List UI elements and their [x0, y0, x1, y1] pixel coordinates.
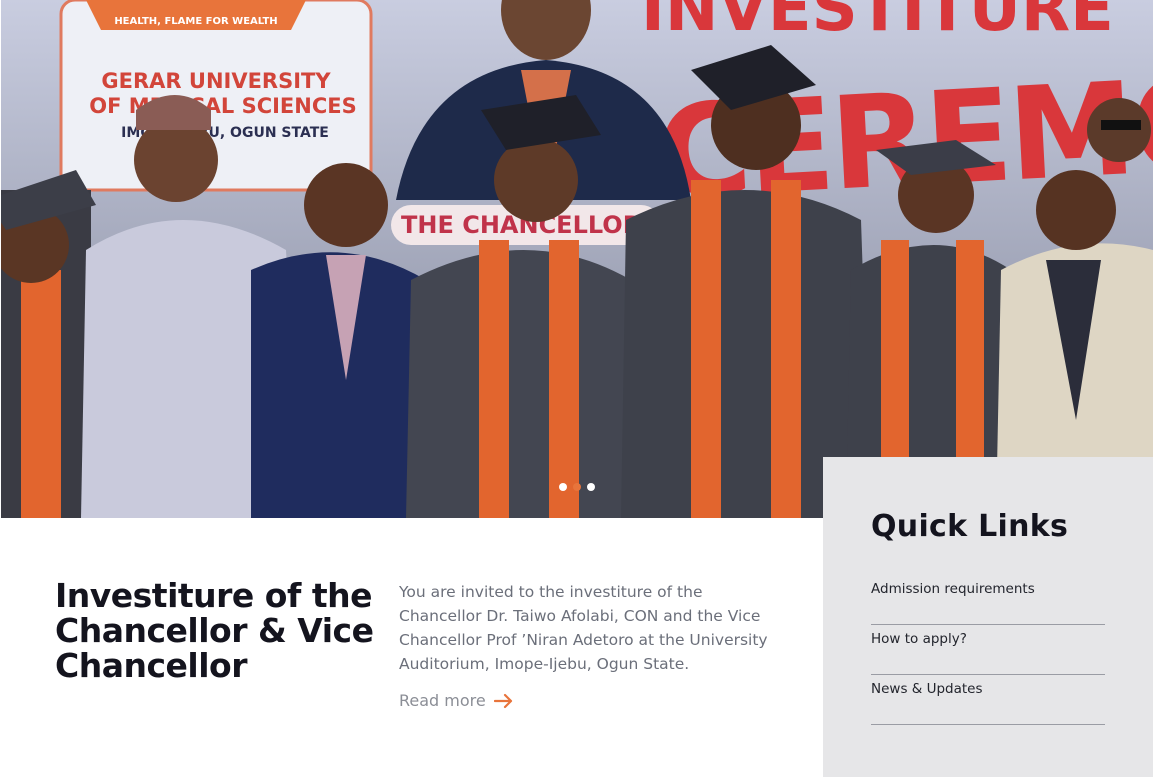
quick-links-title: Quick Links [871, 509, 1069, 544]
quick-links-panel: Quick Links Admission requirements How t… [823, 457, 1153, 777]
quick-link-admission[interactable]: Admission requirements [871, 575, 1105, 625]
carousel-dot-2[interactable] [573, 483, 581, 491]
carousel-dots [559, 483, 595, 491]
carousel-dot-3[interactable] [587, 483, 595, 491]
quick-link-label[interactable]: Admission requirements [871, 581, 1035, 597]
quick-links-list: Admission requirements How to apply? New… [871, 575, 1105, 725]
quick-link-label[interactable]: How to apply? [871, 631, 967, 647]
article-body: You are invited to the investiture of th… [399, 583, 768, 673]
arrow-right-icon [493, 693, 512, 708]
quick-link-news[interactable]: News & Updates [871, 675, 1105, 725]
quick-link-how-to-apply[interactable]: How to apply? [871, 625, 1105, 675]
hero-illustration: HEALTH, FLAME FOR WEALTH GERAR UNIVERSIT… [1, 0, 1153, 518]
banner-university-2: OF MEDICAL SCIENCES [89, 94, 357, 118]
banner-university-1: GERAR UNIVERSITY [101, 69, 331, 93]
banner-heading-top: INVESTITURE [641, 0, 1114, 46]
read-more-label: Read more [399, 691, 486, 710]
banner-motto: HEALTH, FLAME FOR WEALTH [114, 16, 277, 27]
quick-link-label[interactable]: News & Updates [871, 681, 983, 697]
page: HEALTH, FLAME FOR WEALTH GERAR UNIVERSIT… [0, 0, 1153, 777]
article-title: Investiture of the Chancellor & Vice Cha… [55, 576, 374, 685]
carousel-dot-1[interactable] [559, 483, 567, 491]
hero-image: HEALTH, FLAME FOR WEALTH GERAR UNIVERSIT… [1, 0, 1153, 518]
read-more-link[interactable]: Read more [399, 691, 514, 710]
